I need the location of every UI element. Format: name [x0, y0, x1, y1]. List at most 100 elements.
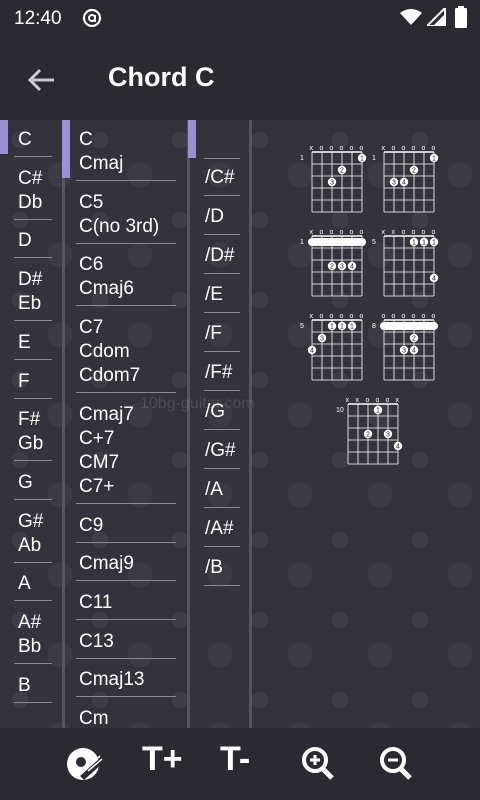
string-marker: o [360, 229, 364, 236]
guitar-pick-button[interactable] [66, 744, 106, 784]
status-time: 12:40 [14, 8, 62, 29]
list-divider [204, 158, 240, 159]
finger-number: 4 [432, 276, 436, 283]
list-item[interactable]: C [18, 128, 32, 152]
list-item[interactable]: F [18, 370, 30, 394]
string-marker: o [330, 313, 334, 320]
list-item[interactable]: /C# [205, 166, 235, 190]
list-item-label: B [18, 674, 31, 696]
string-marker: o [350, 145, 354, 152]
list-item[interactable]: /F# [205, 361, 232, 385]
string-marker: o [340, 229, 344, 236]
list-item[interactable]: C9 [79, 514, 103, 538]
list-item[interactable]: Cm [79, 707, 109, 728]
back-arrow-icon[interactable] [24, 62, 60, 98]
string-marker: o [360, 313, 364, 320]
list-item[interactable]: G# Ab [18, 510, 43, 558]
list-divider [14, 561, 52, 563]
text-smaller-button[interactable]: T- [220, 740, 250, 779]
list-item-label: Ab [18, 534, 42, 556]
zoom-out-button[interactable] [378, 744, 414, 784]
fret-label: 10 [336, 407, 344, 414]
string-marker: o [402, 145, 406, 152]
list-item[interactable]: /A [205, 478, 223, 502]
finger-number: 1 [376, 408, 380, 415]
list-divider [14, 257, 52, 259]
list-item[interactable]: C13 [79, 630, 114, 654]
list-item[interactable]: D [18, 229, 32, 253]
finger-number: 1 [330, 324, 334, 331]
list-divider [204, 273, 240, 274]
list-item[interactable]: C5 C(no 3rd) [79, 191, 159, 239]
status-bar: 12:40 [0, 0, 480, 36]
list-item[interactable]: B [18, 674, 31, 698]
barre [308, 238, 366, 246]
list-item-label: C6 [79, 254, 104, 276]
root-note-list[interactable]: C C# Db D D# Eb E F F# Gb G G# Ab A A# Bb B [0, 120, 62, 728]
chord-diagram: 1x o o o o o123 [300, 145, 367, 213]
list-divider [204, 234, 240, 235]
list-item[interactable]: /G# [205, 439, 236, 463]
string-marker: o [422, 313, 426, 320]
string-marker: o [366, 397, 370, 404]
list-item[interactable]: E [18, 331, 31, 355]
battery-icon [455, 6, 467, 28]
string-marker: o [432, 313, 436, 320]
text-bigger-button[interactable]: T+ [142, 740, 183, 779]
string-marker: o [320, 229, 324, 236]
list-item[interactable]: C Cmaj [79, 128, 123, 176]
finger-number: 1 [432, 156, 436, 163]
fret-label: 1 [300, 155, 304, 162]
list-item[interactable]: A [18, 572, 31, 596]
string-marker: o [376, 397, 380, 404]
string-marker: o [412, 313, 416, 320]
selected-indicator [62, 120, 70, 178]
list-item[interactable]: C6 Cmaj6 [79, 253, 134, 301]
string-marker: o [402, 229, 406, 236]
list-item[interactable]: /F [205, 322, 222, 346]
list-item[interactable]: /B [205, 556, 223, 580]
notification-at-icon [82, 8, 102, 28]
chord-type-list[interactable]: C Cmaj C5 C(no 3rd) C6 Cmaj6 C7 Cdom Cdom7 Cmaj7 C… [62, 120, 188, 728]
list-item[interactable]: C# Db [18, 167, 42, 215]
list-item[interactable]: /D [205, 205, 224, 229]
list-item[interactable]: C7 Cdom Cdom7 [79, 316, 140, 388]
finger-number: 2 [340, 168, 344, 175]
list-item[interactable]: Cmaj7 C+7 CM7 C7+ [79, 403, 134, 499]
list-item[interactable]: Cmaj13 [79, 668, 144, 692]
list-item[interactable]: F# Gb [18, 408, 43, 456]
chord-content: C C# Db D D# Eb E F F# Gb G G# Ab A A# Bb B C Cmaj C5 C(no … [0, 120, 480, 728]
fret-label: 1 [372, 155, 376, 162]
string-marker: o [340, 313, 344, 320]
chord-diagram: 5x o o o o o1 1 143 [300, 313, 364, 381]
list-item[interactable]: /D# [205, 244, 235, 268]
list-item[interactable]: /A# [205, 517, 234, 541]
zoom-in-button[interactable] [300, 744, 336, 784]
list-divider [204, 351, 240, 352]
list-item[interactable]: A# Bb [18, 611, 41, 659]
list-item-label: C(no 3rd) [79, 215, 160, 237]
list-item[interactable]: Cmaj9 [79, 552, 134, 576]
string-marker: o [340, 145, 344, 152]
finger-number: 3 [320, 336, 324, 343]
list-divider [14, 460, 52, 462]
list-divider [76, 580, 176, 582]
list-item-label: D [18, 230, 32, 252]
list-divider [14, 397, 52, 399]
finger-number: 1 [340, 324, 344, 331]
list-item-label: Eb [18, 293, 42, 315]
list-item[interactable]: C11 [79, 591, 112, 615]
finger-number: 3 [330, 180, 334, 187]
bass-note-list[interactable]: /C#/D/D#/E/F/F#/G/G#/A/A#/B [188, 120, 250, 728]
list-item-label: C [18, 129, 32, 150]
list-item[interactable]: G [18, 471, 33, 495]
finger-number: 3 [386, 432, 390, 439]
string-marker: x [310, 229, 314, 236]
string-marker: x [310, 145, 314, 152]
list-item[interactable]: /E [205, 283, 223, 307]
string-marker: o [350, 229, 354, 236]
list-item-label: Db [18, 191, 43, 213]
finger-number: 4 [402, 180, 406, 187]
list-item[interactable]: D# Eb [18, 268, 42, 316]
chord-diagram: 8o o o o o o23 4 [372, 313, 438, 381]
